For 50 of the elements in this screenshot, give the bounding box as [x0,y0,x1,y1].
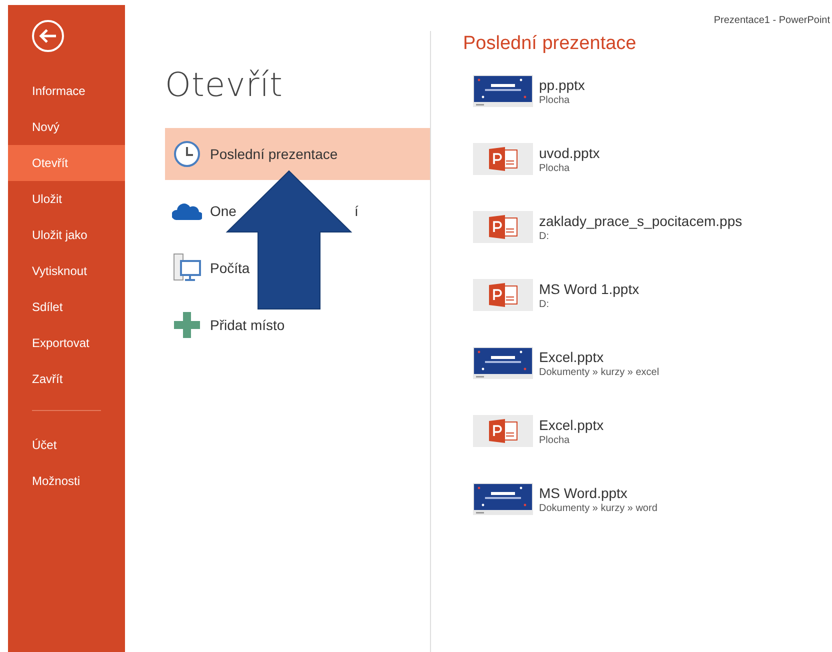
powerpoint-file-icon [473,415,533,447]
place-item[interactable]: Přidat místo [165,299,430,351]
slide-thumbnail [473,347,533,379]
file-location: Plocha [539,434,571,446]
place-item[interactable]: Poslední prezentace [165,128,430,180]
sidebar-item[interactable]: Uložit jako [8,217,125,253]
file-name: uvod.pptx [539,144,600,160]
file-location: D: [539,298,550,310]
sidebar-item[interactable]: Uložit [8,181,125,217]
slide-thumbnail [473,483,533,515]
recent-file-item[interactable]: Excel.pptx Dokumenty » kurzy » excel [463,347,832,379]
powerpoint-file-icon [473,211,533,243]
file-location: Plocha [539,94,571,106]
sidebar-item[interactable]: Možnosti [8,463,125,499]
file-location: Dokumenty » kurzy » excel [539,366,660,378]
sidebar-item[interactable]: Účet [8,427,125,463]
file-name: MS Word 1.pptx [539,280,640,296]
file-name: pp.pptx [539,76,585,92]
page-heading: Otevřít [165,65,284,104]
recent-file-item[interactable]: MS Word 1.pptx D: [463,279,832,311]
sidebar-item[interactable]: Exportovat [8,325,125,361]
sidebar-item[interactable]: Sdílet [8,289,125,325]
recent-file-item[interactable]: pp.pptx Plocha [463,75,832,107]
section-heading: Poslední prezentace [463,33,638,55]
sidebar-item[interactable]: Zavřít [8,361,125,397]
sidebar-item[interactable]: Vytisknout [8,253,125,289]
recent-file-item[interactable]: zaklady_prace_s_pocitacem.pps D: [463,211,832,243]
computer-icon [172,253,202,283]
recent-file-item[interactable]: uvod.pptx Plocha [463,143,832,175]
slide-thumbnail [473,75,533,107]
file-name: Excel.pptx [539,348,605,364]
file-name: MS Word.pptx [539,484,628,500]
file-location: Dokumenty » kurzy » word [539,502,658,514]
window-title: Prezentace1 - PowerPoint [714,15,830,28]
sidebar-item[interactable]: Nový [8,109,125,145]
plus-icon [172,312,202,338]
file-location: Plocha [539,162,571,174]
recent-file-item[interactable]: Excel.pptx Plocha [463,415,832,447]
sidebar-item[interactable]: Informace [8,73,125,109]
recent-file-item[interactable]: MS Word.pptx Dokumenty » kurzy » word [463,483,832,515]
clock-icon [172,140,202,168]
powerpoint-file-icon [473,143,533,175]
powerpoint-file-icon [473,279,533,311]
file-name: zaklady_prace_s_pocitacem.pps [539,212,742,228]
file-location: D: [539,230,550,242]
place-item[interactable]: Počíta [165,242,430,294]
cloud-icon [172,201,202,221]
back-button[interactable] [31,19,65,53]
file-name: Excel.pptx [539,416,604,432]
place-item[interactable]: One í [165,185,430,237]
